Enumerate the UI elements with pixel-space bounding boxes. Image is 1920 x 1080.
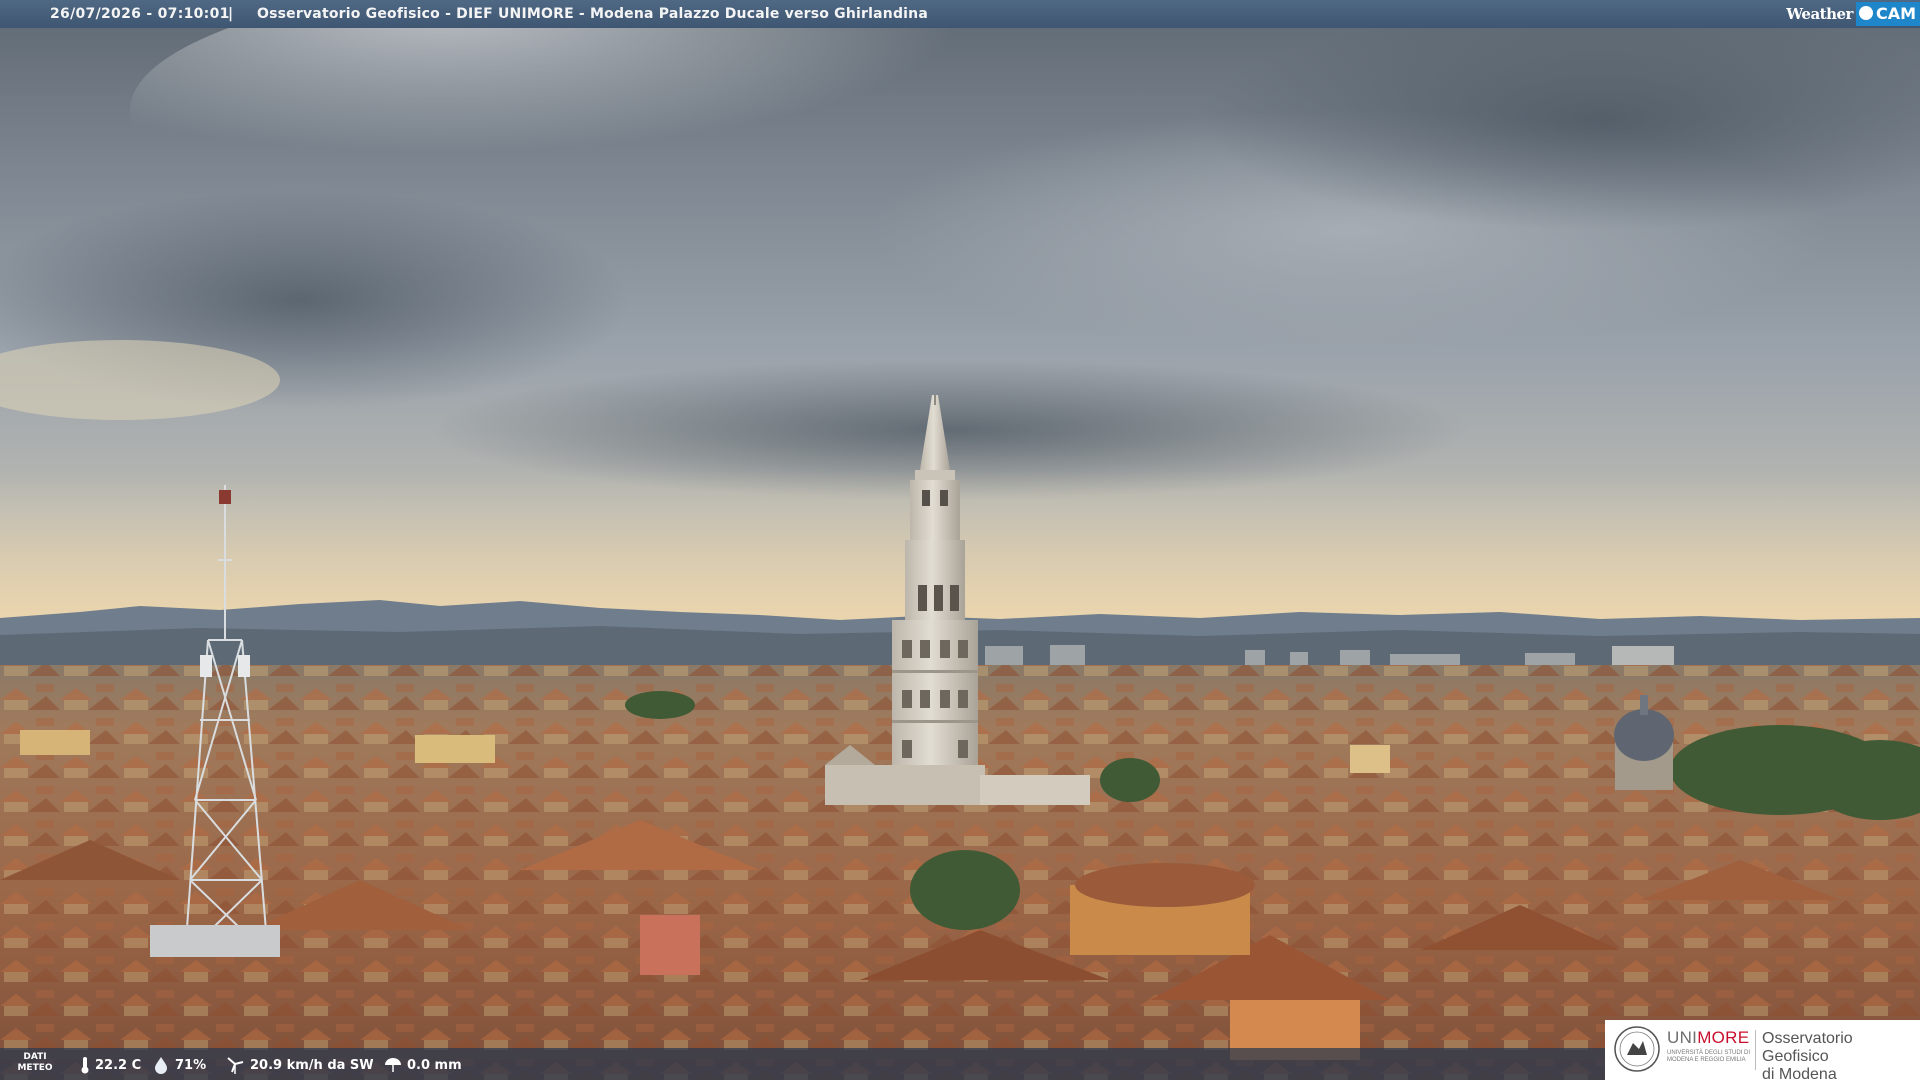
temperature-reading: 22.2 C [80,1057,142,1074]
rain-value: 0.0 mm [407,1057,462,1073]
brand-suffix: MORE [1697,1028,1750,1047]
humidity-value: 71% [175,1057,207,1073]
observatory-name-line1: Osservatorio Geofisico [1762,1030,1853,1065]
university-seal-icon [1614,1026,1660,1072]
webcam-caption-bar: 26/07/2026 - 07:10:01 | Osservatorio Geo… [0,0,1920,28]
unimore-logo-box: UNIMORE UNIVERSITÀ DEGLI STUDI DI MODENA… [1605,1020,1920,1080]
observatory-name: Osservatorio Geofisico di Modena [1762,1030,1920,1080]
wind-turbine-icon [227,1057,244,1074]
logo-divider [1755,1030,1756,1070]
weathercam-logo: Weather CAM [1786,2,1920,26]
humidity-reading: 71% [152,1057,207,1074]
weathercam-logo-cam: CAM [1875,4,1916,23]
temperature-value: 22.2 C [95,1057,142,1073]
meteo-tag: DATI METEO [14,1052,56,1074]
camera-caption: Osservatorio Geofisico - DIEF UNIMORE - … [257,6,928,22]
unimore-brand-subtitle: UNIVERSITÀ DEGLI STUDI DI MODENA E REGGI… [1667,1050,1751,1063]
humidity-drop-icon [155,1057,167,1074]
rain-umbrella-icon [385,1058,401,1072]
meteo-tag-line2: METEO [17,1063,53,1073]
unimore-brand: UNIMORE [1667,1028,1749,1048]
weathercam-logo-right: CAM [1855,2,1920,26]
wind-reading: 20.9 km/h da SW [225,1057,374,1074]
observatory-name-line2: di Modena [1762,1066,1837,1080]
webcam-frame: 26/07/2026 - 07:10:01 | Osservatorio Geo… [0,0,1920,1080]
weathercam-logo-left: Weather [1786,5,1853,23]
rain-reading: 0.0 mm [384,1057,462,1073]
meteo-tag-line1: DATI [23,1052,47,1062]
caption-separator: | [228,6,234,22]
city-panorama-photo [0,0,1920,1080]
timestamp: 26/07/2026 - 07:10:01 [50,6,230,22]
brand-prefix: UNI [1667,1028,1698,1047]
lens-icon [1858,6,1873,20]
wind-value: 20.9 km/h da SW [250,1057,374,1073]
meteo-data-bar: DATI METEO 22.2 C 71% 20.9 km/h da SW 0.… [0,1048,1605,1080]
thermometer-icon [81,1057,89,1074]
